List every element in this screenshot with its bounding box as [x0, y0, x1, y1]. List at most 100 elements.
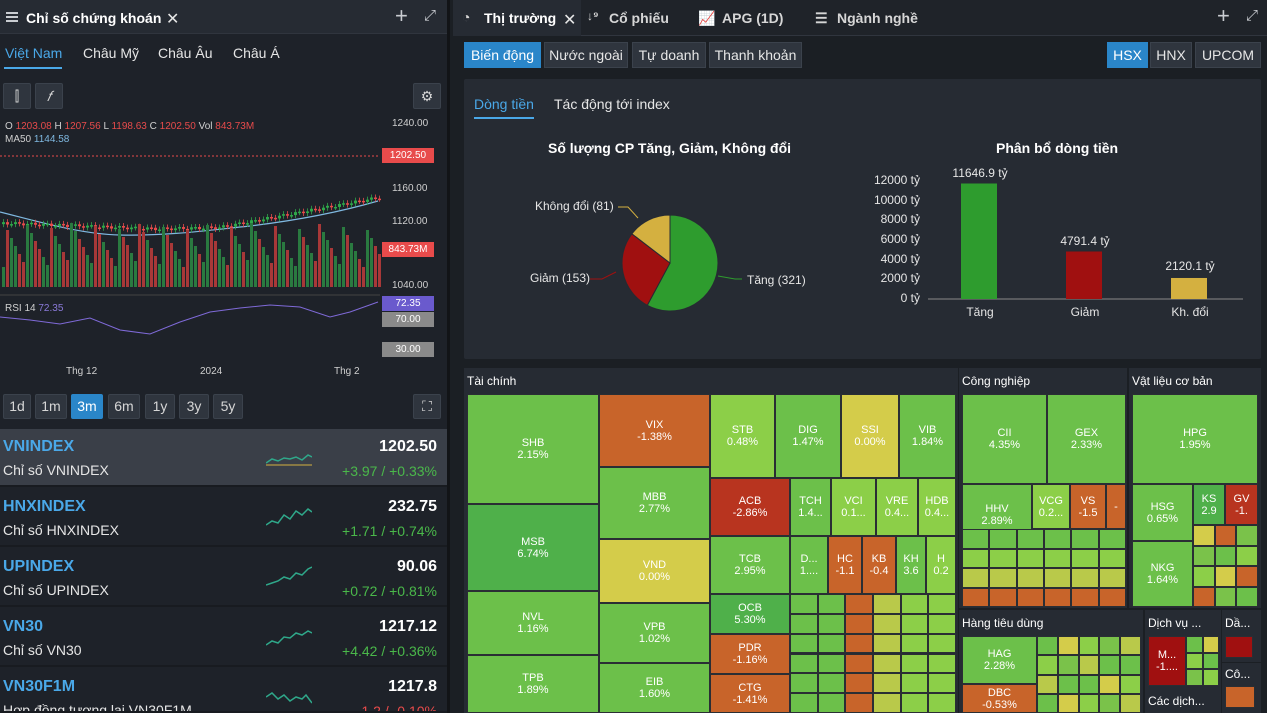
- tab-liquidity[interactable]: Thanh khoản: [709, 42, 802, 68]
- tab-market[interactable]: Thị trường: [484, 10, 556, 26]
- range-5y-button[interactable]: 5y: [213, 394, 243, 419]
- tile-hpg[interactable]: HPG 1.95%: [1132, 394, 1258, 484]
- small-tile[interactable]: [1193, 525, 1215, 546]
- expand-icon[interactable]: ⤢: [1246, 7, 1258, 24]
- tile-acb[interactable]: ACB -2.86%: [710, 478, 790, 536]
- tile-gex[interactable]: GEX 2.33%: [1047, 394, 1126, 484]
- tile-cii[interactable]: CII 4.35%: [962, 394, 1047, 484]
- small-tile[interactable]: [1016, 529, 1044, 549]
- tab-americas[interactable]: Châu Mỹ: [83, 45, 139, 61]
- tile-vix[interactable]: VIX -1.38%: [599, 394, 710, 467]
- tile-ssi[interactable]: SSI 0.00%: [841, 394, 899, 478]
- small-tile[interactable]: [900, 673, 929, 694]
- small-tile[interactable]: [1193, 545, 1215, 566]
- tile-vre[interactable]: VRE 0.4...: [876, 478, 918, 536]
- add-icon[interactable]: +: [1217, 3, 1230, 29]
- small-tile[interactable]: [1037, 674, 1058, 694]
- small-tile[interactable]: [1099, 636, 1121, 656]
- small-tile[interactable]: [1037, 693, 1058, 713]
- settings-icon[interactable]: ⚙: [413, 83, 441, 109]
- tile-eib[interactable]: EIB 1.60%: [599, 663, 710, 713]
- small-tile[interactable]: [962, 568, 990, 588]
- small-tile[interactable]: [1016, 548, 1044, 568]
- tab-asia[interactable]: Châu Á: [233, 45, 280, 61]
- small-tile[interactable]: [873, 673, 901, 694]
- small-tile[interactable]: [1016, 587, 1044, 607]
- small-tile[interactable]: [1078, 693, 1100, 713]
- index-row-upindex[interactable]: UPINDEX Chỉ số UPINDEX 90.06 +0.72 / +0.…: [0, 549, 447, 607]
- tile-kh[interactable]: KH 3.6: [896, 536, 926, 594]
- small-tile[interactable]: [900, 693, 929, 713]
- small-tile[interactable]: [1078, 674, 1100, 694]
- small-tile[interactable]: [928, 693, 956, 713]
- small-tile[interactable]: [928, 613, 956, 634]
- tile-pdr[interactable]: PDR -1.16%: [710, 634, 790, 674]
- small-tile[interactable]: [1236, 545, 1258, 566]
- small-tile[interactable]: [1120, 655, 1141, 675]
- small-tile[interactable]: [1202, 652, 1219, 670]
- small-tile[interactable]: [962, 548, 990, 568]
- small-tile[interactable]: [1078, 655, 1100, 675]
- small-tile[interactable]: [900, 653, 929, 674]
- fullscreen-icon[interactable]: ⛶: [413, 394, 441, 419]
- expand-icon[interactable]: ⤢: [424, 7, 436, 24]
- small-tile[interactable]: [928, 594, 956, 614]
- small-tile[interactable]: [790, 613, 818, 634]
- tile-shb[interactable]: SHB 2.15%: [467, 394, 599, 504]
- small-tile[interactable]: [790, 693, 818, 713]
- tile-tch[interactable]: TCH 1.4...: [790, 478, 831, 536]
- small-tile[interactable]: [1044, 568, 1072, 588]
- tile-dash[interactable]: -: [1106, 484, 1126, 529]
- small-tile[interactable]: [1120, 636, 1141, 656]
- small-tile[interactable]: [900, 633, 929, 654]
- small-tile[interactable]: [845, 653, 873, 674]
- tile-hag[interactable]: HAG 2.28%: [962, 636, 1037, 684]
- tab-money-flow[interactable]: Dòng tiền: [474, 96, 534, 112]
- small-tile[interactable]: [817, 673, 846, 694]
- small-tile[interactable]: [989, 548, 1017, 568]
- tile-vnd[interactable]: VND 0.00%: [599, 539, 710, 603]
- small-tile[interactable]: [962, 529, 990, 549]
- add-icon[interactable]: +: [395, 3, 408, 29]
- tab-index-impact[interactable]: Tác động tới index: [554, 96, 670, 112]
- tile-tech[interactable]: [1225, 686, 1255, 708]
- small-tile[interactable]: [1193, 566, 1215, 587]
- tab-apg[interactable]: APG (1D): [722, 10, 783, 26]
- tile-vpb[interactable]: VPB 1.02%: [599, 603, 710, 663]
- range-3m-button[interactable]: 3m: [71, 394, 103, 419]
- exchange-hnx[interactable]: HNX: [1150, 42, 1192, 68]
- small-tile[interactable]: [900, 613, 929, 634]
- exchange-upcom[interactable]: UPCOM: [1195, 42, 1261, 68]
- tab-volatility[interactable]: Biến động: [464, 42, 541, 68]
- small-tile[interactable]: [1193, 586, 1215, 607]
- tile-vs[interactable]: VS -1.5: [1070, 484, 1106, 529]
- small-tile[interactable]: [1078, 636, 1100, 656]
- small-tile[interactable]: [873, 693, 901, 713]
- tile-vcg[interactable]: VCG 0.2...: [1032, 484, 1070, 529]
- small-tile[interactable]: [1214, 586, 1237, 607]
- small-tile[interactable]: [817, 633, 846, 654]
- small-tile[interactable]: [845, 613, 873, 634]
- tile-stb[interactable]: STB 0.48%: [710, 394, 775, 478]
- tile-ks[interactable]: KS 2.9: [1193, 484, 1225, 525]
- small-tile[interactable]: [845, 633, 873, 654]
- small-tile[interactable]: [1071, 548, 1099, 568]
- menu-icon[interactable]: [6, 12, 18, 22]
- small-tile[interactable]: [1099, 674, 1121, 694]
- small-tile[interactable]: [790, 673, 818, 694]
- index-row-hnxindex[interactable]: HNXINDEX Chỉ số HNXINDEX 232.75 +1.71 / …: [0, 489, 447, 547]
- small-tile[interactable]: [1120, 674, 1141, 694]
- range-6m-button[interactable]: 6m: [108, 394, 140, 419]
- small-tile[interactable]: [1214, 525, 1237, 546]
- small-tile[interactable]: [845, 594, 873, 614]
- tile-tcb[interactable]: TCB 2.95%: [710, 536, 790, 594]
- small-tile[interactable]: [989, 587, 1017, 607]
- small-tile[interactable]: [1120, 693, 1141, 713]
- range-1d-button[interactable]: 1d: [3, 394, 31, 419]
- small-tile[interactable]: [1236, 525, 1258, 546]
- small-tile[interactable]: [1098, 568, 1126, 588]
- tile-kb[interactable]: KB -0.4: [862, 536, 896, 594]
- exchange-hsx[interactable]: HSX: [1107, 42, 1148, 68]
- small-tile[interactable]: [962, 587, 990, 607]
- small-tile[interactable]: [928, 653, 956, 674]
